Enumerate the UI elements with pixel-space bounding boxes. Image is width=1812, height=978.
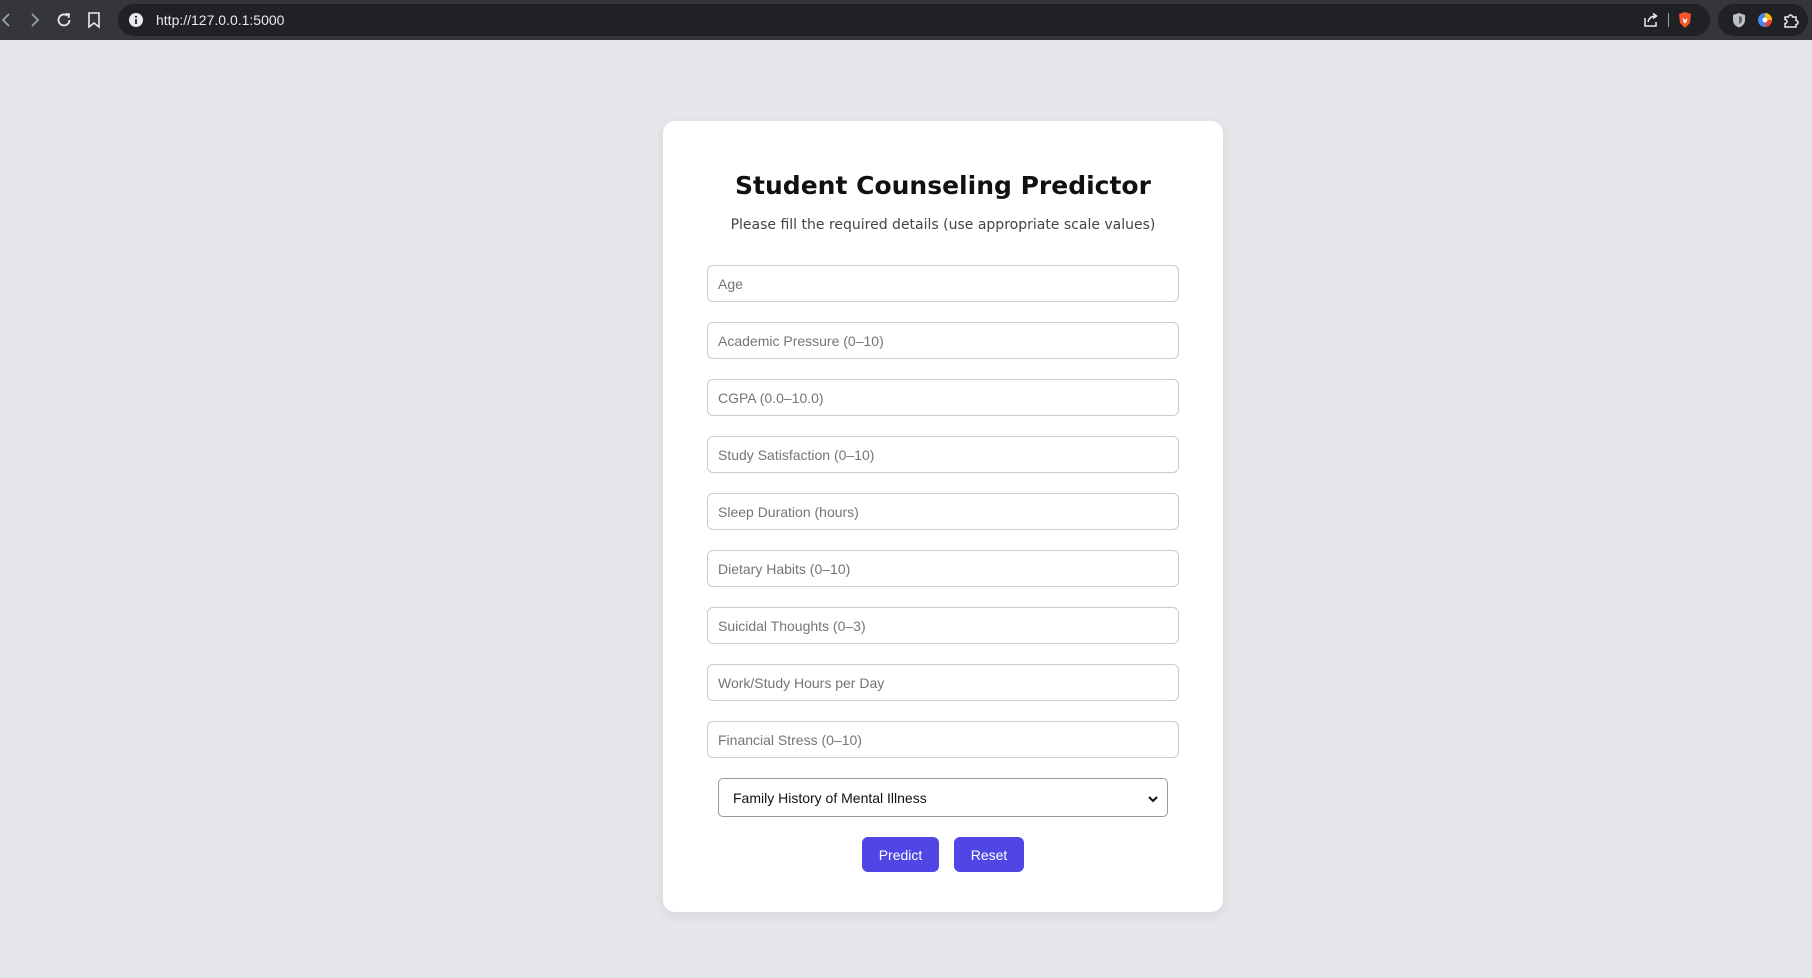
reload-icon[interactable] (53, 9, 75, 31)
browser-toolbar: http://127.0.0.1:5000 (0, 0, 1812, 40)
academic-pressure-input[interactable] (707, 322, 1179, 359)
separator (1668, 13, 1669, 27)
financial-stress-input[interactable] (707, 721, 1179, 758)
color-extension-icon[interactable] (1756, 11, 1774, 29)
share-icon[interactable] (1642, 11, 1660, 29)
family-history-select[interactable]: Family History of Mental Illness (718, 778, 1168, 817)
cgpa-input[interactable] (707, 379, 1179, 416)
suicidal-thoughts-input[interactable] (707, 607, 1179, 644)
forward-icon[interactable] (23, 9, 45, 31)
shield-extension-icon[interactable] (1730, 11, 1748, 29)
work-study-hours-input[interactable] (707, 664, 1179, 701)
chevron-down-icon (1147, 792, 1159, 804)
page-title: Student Counseling Predictor (735, 171, 1151, 200)
bookmark-icon[interactable] (83, 9, 105, 31)
puzzle-icon[interactable] (1782, 11, 1800, 29)
extensions-area (1718, 4, 1808, 36)
predict-button[interactable]: Predict (862, 837, 939, 872)
info-icon[interactable] (128, 12, 144, 28)
dietary-habits-input[interactable] (707, 550, 1179, 587)
family-history-selected: Family History of Mental Illness (733, 790, 927, 806)
age-input[interactable] (707, 265, 1179, 302)
url-text: http://127.0.0.1:5000 (156, 12, 285, 28)
brave-shield-icon[interactable] (1676, 11, 1694, 29)
back-icon[interactable] (0, 9, 18, 31)
sleep-duration-input[interactable] (707, 493, 1179, 530)
page-subtitle: Please fill the required details (use ap… (730, 217, 1156, 233)
form-card: Student Counseling Predictor Please fill… (663, 121, 1223, 912)
address-bar[interactable]: http://127.0.0.1:5000 (118, 4, 1710, 36)
study-satisfaction-input[interactable] (707, 436, 1179, 473)
reset-button[interactable]: Reset (954, 837, 1024, 872)
